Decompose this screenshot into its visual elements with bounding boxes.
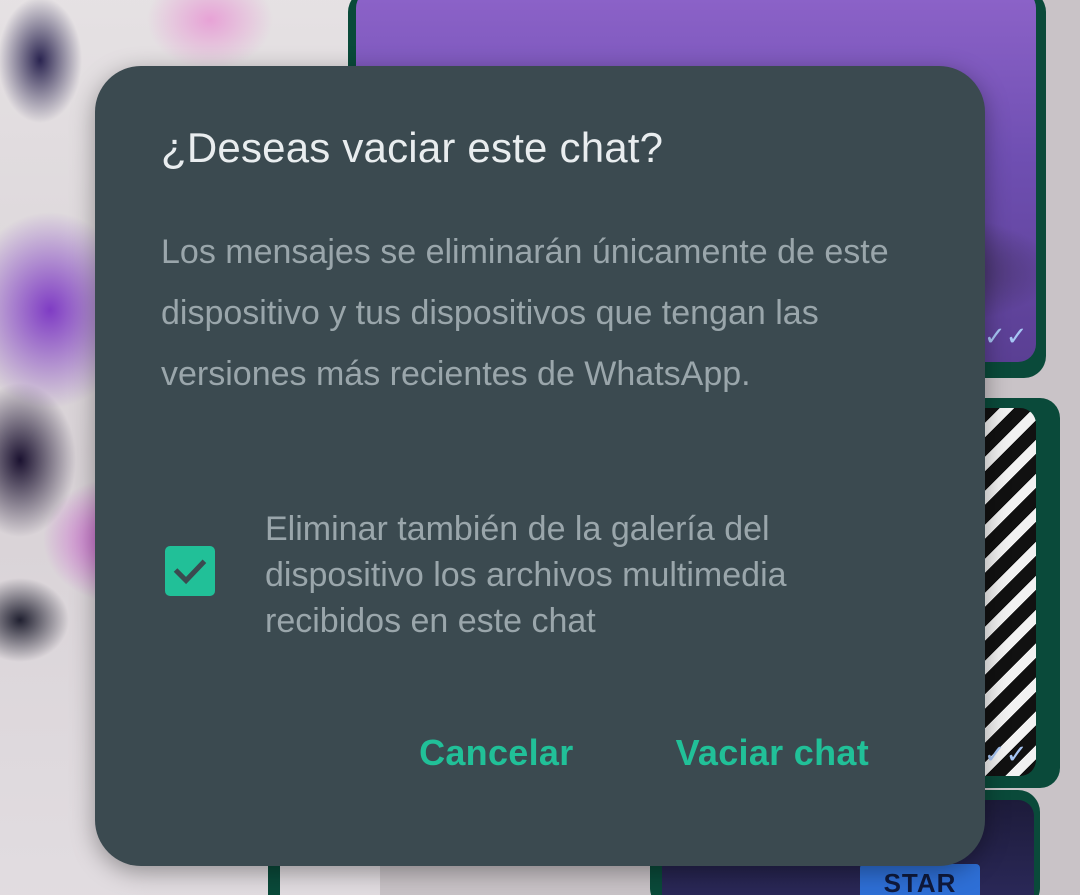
delete-media-checkbox[interactable] bbox=[165, 546, 215, 596]
dialog-actions: Cancelar Vaciar chat bbox=[419, 732, 869, 774]
clear-chat-button[interactable]: Vaciar chat bbox=[676, 732, 869, 774]
dialog-title: ¿Deseas vaciar este chat? bbox=[161, 124, 664, 171]
double-check-icon: ✓✓ bbox=[984, 740, 1028, 770]
sticker-text: STAR bbox=[860, 864, 980, 895]
cancel-button[interactable]: Cancelar bbox=[419, 732, 574, 774]
clear-chat-dialog: ¿Deseas vaciar este chat? Los mensajes s… bbox=[95, 66, 985, 866]
delete-media-label[interactable]: Eliminar también de la galería del dispo… bbox=[265, 506, 905, 644]
delete-media-option[interactable]: Eliminar también de la galería del dispo… bbox=[165, 506, 925, 656]
check-icon bbox=[173, 559, 207, 585]
dialog-message: Los mensajes se eliminarán únicamente de… bbox=[161, 233, 889, 393]
double-check-icon: ✓✓ bbox=[984, 322, 1028, 352]
